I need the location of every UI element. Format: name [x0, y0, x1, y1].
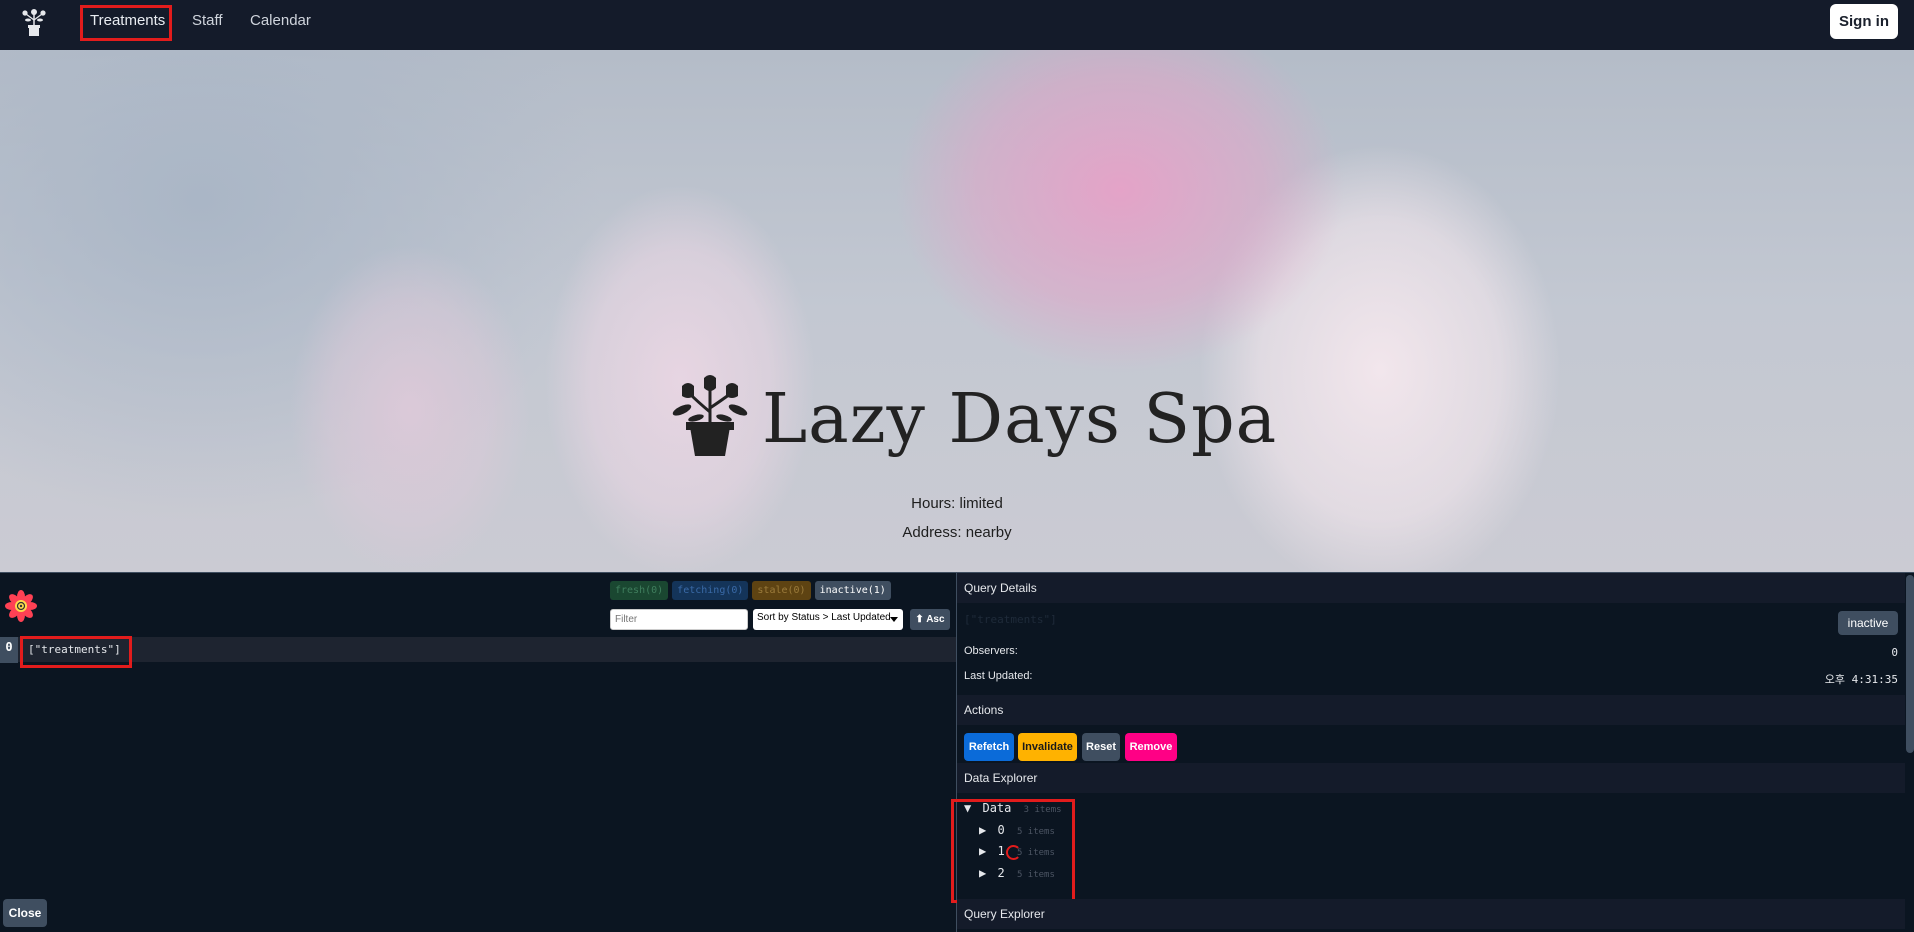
close-button[interactable]: Close [3, 899, 47, 927]
nav-staff-link[interactable]: Staff [192, 0, 223, 42]
last-updated-label: Last Updated: [964, 670, 1033, 682]
refetch-button[interactable]: Refetch [964, 733, 1014, 761]
data-root-label: Data [982, 801, 1012, 815]
query-hash: ["treatments"] [964, 613, 1057, 626]
data-node-index: 1 [997, 844, 1005, 858]
sort-direction-button[interactable]: ⬆ Asc [910, 609, 950, 630]
invalidate-button[interactable]: Invalidate [1018, 733, 1077, 761]
reset-button[interactable]: Reset [1082, 733, 1120, 761]
react-query-logo-icon[interactable] [4, 589, 38, 623]
data-explorer: ▼ Data 3 items ▶ 0 5 items ▶ 1 5 items ▶… [957, 793, 1905, 898]
inactive-count-badge: inactive(1) [814, 581, 891, 600]
caret-right-icon: ▶ [979, 823, 987, 837]
caret-down-icon: ▼ [964, 801, 972, 815]
hero-section: Lazy Days Spa Hours: limited Address: ne… [0, 50, 1914, 572]
react-query-devtools-panel: fresh(0) fetching(0) stale(0) inactive(1… [0, 572, 1914, 932]
observer-count: 0 [0, 637, 18, 663]
data-node[interactable]: ▶ 2 5 items [979, 866, 1055, 880]
fresh-count-badge: fresh(0) [610, 581, 669, 600]
hero-title: Lazy Days Spa [762, 380, 1278, 459]
remove-button[interactable]: Remove [1125, 733, 1177, 761]
fetching-count-badge: fetching(0) [672, 581, 749, 600]
query-list-pane: fresh(0) fetching(0) stale(0) inactive(1… [0, 573, 956, 932]
flower-pot-logo-icon[interactable] [20, 8, 48, 38]
hours-text: Hours: limited [911, 495, 1003, 512]
query-details-header: Query Details [957, 573, 1905, 603]
chevron-down-icon [890, 617, 898, 622]
status-badges: fresh(0) fetching(0) stale(0) inactive(1… [610, 581, 891, 600]
caret-right-icon: ▶ [979, 866, 987, 880]
navbar: Treatments Staff Calendar Sign in [0, 0, 1914, 50]
nav-treatments-link[interactable]: Treatments [90, 0, 165, 42]
loading-cursor-icon [1006, 845, 1021, 860]
data-root-count: 3 items [1023, 805, 1062, 815]
hero-title-group: Lazy Days Spa [668, 372, 1277, 460]
data-explorer-header: Data Explorer [957, 763, 1905, 793]
last-updated-value: 오후 4:31:35 [1824, 673, 1898, 686]
nav-calendar-link[interactable]: Calendar [250, 0, 311, 42]
actions-header: Actions [957, 695, 1905, 725]
address-text: Address: nearby [902, 524, 1012, 541]
query-row[interactable]: 0 ["treatments"] [0, 637, 956, 663]
query-key[interactable]: ["treatments"] [28, 637, 121, 663]
filter-input[interactable] [610, 609, 748, 630]
details-scrollbar[interactable] [1906, 575, 1914, 753]
data-node-index: 0 [997, 823, 1005, 837]
data-node-count: 5 items [1016, 848, 1055, 858]
data-node[interactable]: ▶ 0 5 items [979, 823, 1055, 837]
sort-select-label: Sort by Status > Last Updated [757, 612, 891, 623]
flower-pot-icon [672, 375, 748, 456]
stale-count-badge: stale(0) [752, 581, 811, 600]
data-node-index: 2 [997, 866, 1005, 880]
observers-value: 0 [1891, 646, 1898, 659]
data-root-node[interactable]: ▼ Data 3 items [964, 801, 1062, 815]
query-explorer-header: Query Explorer [957, 899, 1905, 929]
query-status-badge: inactive [1838, 611, 1898, 635]
caret-right-icon: ▶ [979, 844, 987, 858]
observers-label: Observers: [964, 645, 1018, 657]
sign-in-button[interactable]: Sign in [1830, 4, 1898, 39]
data-node-count: 5 items [1016, 870, 1055, 880]
sort-select[interactable]: Sort by Status > Last Updated [753, 609, 903, 630]
data-node-count: 5 items [1016, 827, 1055, 837]
query-details-pane: Query Details ["treatments"] inactive Ob… [951, 573, 1914, 932]
